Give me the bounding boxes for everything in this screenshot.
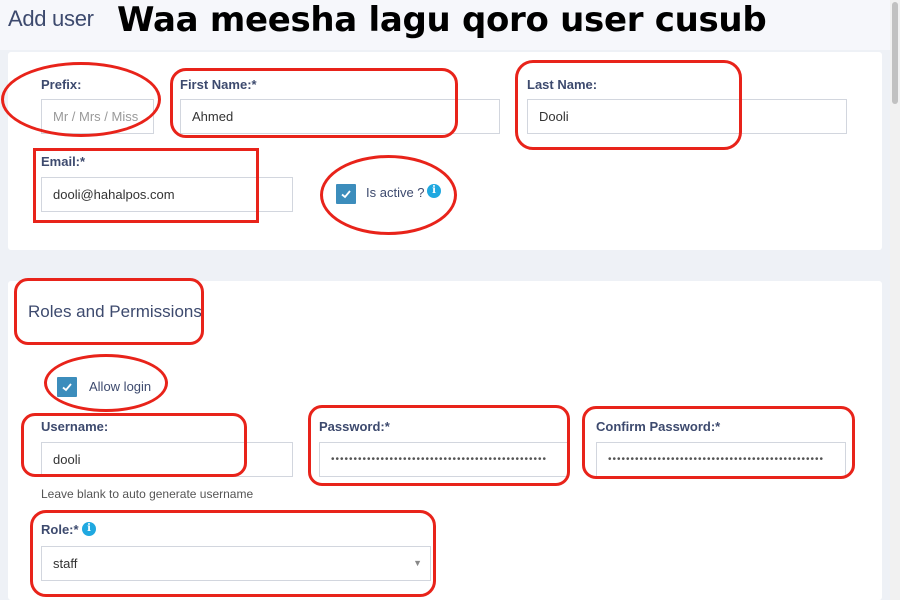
scrollbar[interactable]: [890, 0, 900, 600]
check-icon: [62, 383, 72, 392]
info-icon[interactable]: i: [82, 522, 96, 536]
page-title: Add user: [8, 6, 94, 31]
roles-permissions-card: Roles and Permissions Allow login Userna…: [8, 281, 882, 600]
password-label: Password:*: [319, 419, 390, 434]
overlay-caption: Waa meesha lagu qoro user cusub: [117, 0, 767, 40]
role-select-value: staff: [53, 556, 78, 571]
last-name-input[interactable]: [527, 99, 847, 134]
user-details-card: Prefix: First Name:* Last Name: Email:* …: [8, 52, 882, 250]
password-input[interactable]: ••••••••••••••••••••••••••••••••••••••••…: [319, 442, 569, 477]
chevron-down-icon: ▼: [413, 558, 422, 568]
confirm-password-label: Confirm Password:*: [596, 419, 721, 434]
last-name-label: Last Name:: [527, 77, 598, 92]
prefix-label: Prefix:: [41, 77, 82, 92]
username-help-text: Leave blank to auto generate username: [41, 487, 254, 501]
page-header: Add user Waa meesha lagu qoro user cusub: [0, 0, 900, 50]
scrollbar-thumb[interactable]: [892, 2, 898, 104]
first-name-label: First Name:*: [180, 77, 257, 92]
info-icon[interactable]: i: [427, 184, 441, 198]
username-label: Username:: [41, 419, 109, 434]
email-label: Email:*: [41, 154, 86, 169]
role-label: Role:*: [41, 522, 79, 537]
section-title-roles: Roles and Permissions: [28, 302, 202, 321]
is-active-label: Is active ?: [366, 185, 425, 200]
role-select[interactable]: staff ▼: [41, 546, 431, 581]
allow-login-label: Allow login: [89, 379, 152, 394]
email-input[interactable]: [41, 177, 293, 212]
username-input[interactable]: [41, 442, 293, 477]
check-icon: [341, 190, 351, 199]
is-active-checkbox[interactable]: [336, 184, 356, 204]
confirm-password-input[interactable]: ••••••••••••••••••••••••••••••••••••••••…: [596, 442, 846, 477]
first-name-input[interactable]: [180, 99, 500, 134]
prefix-input[interactable]: [41, 99, 154, 134]
allow-login-checkbox[interactable]: [57, 377, 77, 397]
